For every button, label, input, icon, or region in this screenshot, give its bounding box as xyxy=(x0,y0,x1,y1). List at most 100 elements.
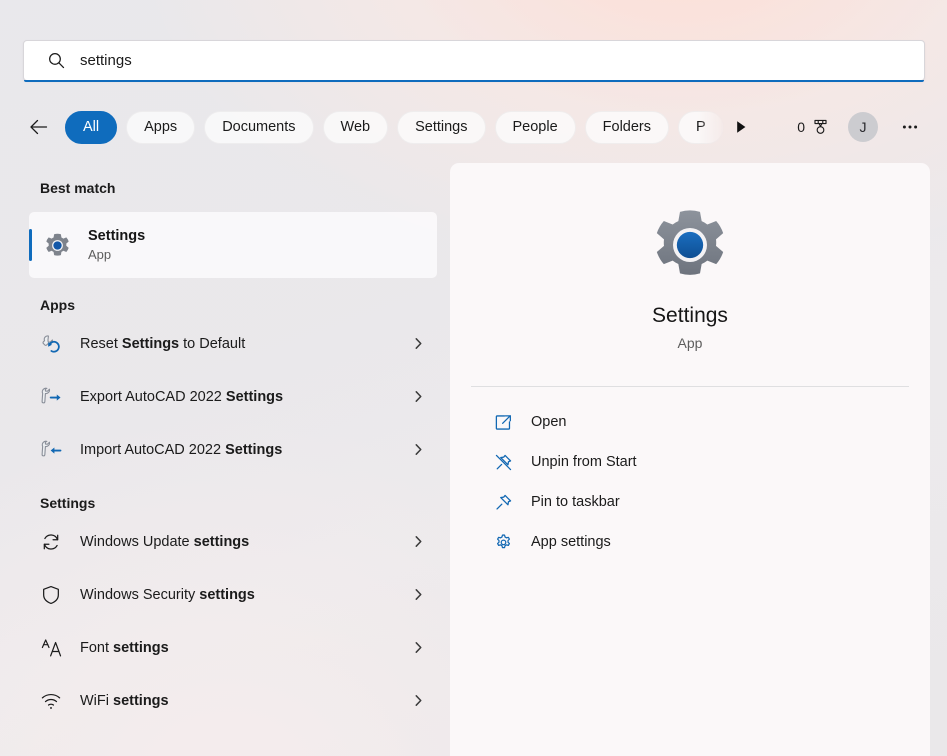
rewards-count: 0 xyxy=(797,119,805,135)
result-row-windows-update-settings[interactable]: Windows Update settings xyxy=(29,515,437,568)
section-apps: Apps Reset Settings to Default Export Au… xyxy=(0,297,450,476)
results-list: Best match Settings App Apps Reset Setti… xyxy=(0,163,450,756)
best-match-heading: Best match xyxy=(40,180,116,196)
chevron-right-icon[interactable] xyxy=(410,534,426,550)
label-match: settings xyxy=(113,692,169,709)
result-row-wifi-settings[interactable]: WiFi settings xyxy=(29,674,437,727)
label-pre: Export AutoCAD 2022 xyxy=(80,388,226,405)
result-row-reset-settings[interactable]: Reset Settings to Default xyxy=(29,317,437,370)
tabs-scroll-next-button[interactable] xyxy=(726,111,756,143)
avatar-initial: J xyxy=(859,119,867,135)
result-label: Export AutoCAD 2022 Settings xyxy=(80,389,410,405)
result-row-font-settings[interactable]: Font settings xyxy=(29,621,437,674)
tab-overflow-partial[interactable]: P xyxy=(678,110,724,144)
action-label: App settings xyxy=(531,534,611,550)
search-flyout: All Apps Documents Web Settings People F… xyxy=(0,0,947,756)
search-input[interactable] xyxy=(80,41,924,80)
back-button[interactable] xyxy=(23,111,55,143)
label-pre: Import AutoCAD 2022 xyxy=(80,441,226,458)
action-label: Unpin from Start xyxy=(531,454,637,470)
action-label: Pin to taskbar xyxy=(531,494,620,510)
ellipsis-icon xyxy=(902,125,918,129)
medal-icon xyxy=(814,119,827,134)
label-match: settings xyxy=(113,639,169,656)
open-external-icon xyxy=(493,412,513,432)
tab-folders[interactable]: Folders xyxy=(584,110,670,144)
label-pre: Font xyxy=(80,639,114,656)
play-arrow-icon xyxy=(736,121,746,133)
tab-all[interactable]: All xyxy=(65,110,118,144)
action-open[interactable]: Open xyxy=(462,402,918,442)
wifi-icon xyxy=(40,690,62,712)
result-label: WiFi settings xyxy=(80,693,410,709)
action-app-settings[interactable]: App settings xyxy=(462,522,918,562)
result-label: Windows Update settings xyxy=(80,534,410,550)
label-post: to Default xyxy=(179,335,246,352)
result-label: Windows Security settings xyxy=(80,587,410,603)
chevron-right-icon[interactable] xyxy=(410,693,426,709)
tab-label: Apps xyxy=(144,119,178,135)
section-settings: Settings Windows Update settings Windows… xyxy=(0,495,450,727)
gear-outline-icon xyxy=(493,532,513,552)
preview-action-list: Open Unpin from Start Pin to taskbar App… xyxy=(450,387,930,562)
label-match: Settings xyxy=(225,388,284,405)
font-aa-icon xyxy=(40,637,62,659)
label-pre: Windows Update xyxy=(80,533,194,550)
label-match: settings xyxy=(193,533,250,550)
action-unpin-from-start[interactable]: Unpin from Start xyxy=(462,442,918,482)
tab-people[interactable]: People xyxy=(494,110,576,144)
pin-icon xyxy=(493,492,513,512)
tab-label: Folders xyxy=(602,119,652,135)
settings-gear-icon xyxy=(656,210,724,275)
search-focus-accent xyxy=(24,80,924,82)
search-box[interactable] xyxy=(23,40,925,81)
tab-label: Documents xyxy=(222,119,296,135)
wrench-undo-icon xyxy=(40,333,62,355)
avatar[interactable]: J xyxy=(848,112,878,142)
chevron-right-icon[interactable] xyxy=(410,587,426,603)
chevron-right-icon[interactable] xyxy=(410,640,426,656)
preview-hero: Settings App xyxy=(450,163,930,351)
search-bar xyxy=(23,40,925,82)
label-pre: Windows Security xyxy=(80,586,200,603)
chevron-right-icon[interactable] xyxy=(410,389,426,405)
tab-label: P xyxy=(696,119,706,135)
tab-label: All xyxy=(83,119,100,135)
tab-apps[interactable]: Apps xyxy=(126,110,196,144)
tab-bar-actions: 0 J xyxy=(797,112,925,142)
preview-pane: Settings App Open Unpin from Start Pin t… xyxy=(450,163,930,756)
result-label: Font settings xyxy=(80,640,410,656)
tab-web[interactable]: Web xyxy=(322,110,389,144)
wrench-import-icon xyxy=(40,439,62,461)
tab-documents[interactable]: Documents xyxy=(204,110,314,144)
shield-icon xyxy=(40,584,62,606)
tab-label: Web xyxy=(340,119,371,135)
best-match-result[interactable]: Settings App xyxy=(29,212,437,278)
unpin-icon xyxy=(493,452,513,472)
search-icon xyxy=(49,53,65,69)
tab-settings[interactable]: Settings xyxy=(397,110,486,144)
result-row-import-autocad-settings[interactable]: Import AutoCAD 2022 Settings xyxy=(29,423,437,476)
tab-label: People xyxy=(512,119,558,135)
label-pre: Reset xyxy=(80,335,122,352)
rewards-indicator[interactable]: 0 xyxy=(797,118,830,137)
arrow-left-icon xyxy=(30,119,48,135)
action-pin-to-taskbar[interactable]: Pin to taskbar xyxy=(462,482,918,522)
label-match: Settings xyxy=(225,441,283,458)
chevron-right-icon[interactable] xyxy=(410,442,426,458)
result-label: Import AutoCAD 2022 Settings xyxy=(80,442,410,458)
result-row-export-autocad-settings[interactable]: Export AutoCAD 2022 Settings xyxy=(29,370,437,423)
section-heading-settings: Settings xyxy=(40,495,96,511)
label-match: settings xyxy=(199,586,255,603)
result-row-windows-security-settings[interactable]: Windows Security settings xyxy=(29,568,437,621)
action-label: Open xyxy=(531,414,567,430)
best-match-title: Settings xyxy=(88,228,146,244)
tab-label: Settings xyxy=(415,119,468,135)
chevron-right-icon[interactable] xyxy=(410,336,426,352)
filter-tab-bar: All Apps Documents Web Settings People F… xyxy=(23,105,925,149)
label-match: Settings xyxy=(121,335,180,352)
more-options-button[interactable] xyxy=(895,112,925,142)
best-match-text: Settings App xyxy=(88,228,145,262)
best-match-subtitle: App xyxy=(88,247,112,262)
preview-subtitle: App xyxy=(677,335,703,351)
